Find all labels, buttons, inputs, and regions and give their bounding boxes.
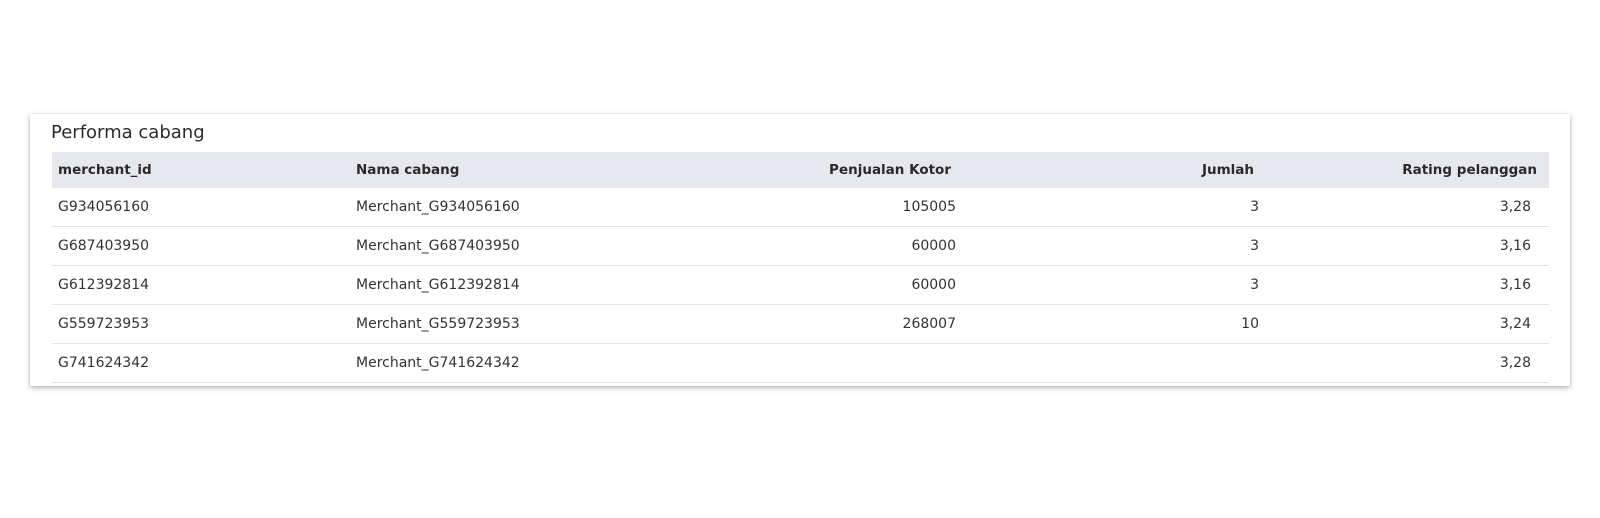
cell-quantity: 3 bbox=[956, 226, 1259, 266]
cell-quantity: 3 bbox=[956, 265, 1259, 305]
cell-branch-name: Merchant_G687403950 bbox=[356, 226, 656, 266]
cell-merchant-id: G934056160 bbox=[52, 188, 356, 227]
cell-merchant-id: G612392814 bbox=[52, 265, 356, 305]
cell-customer-rating: 3,24 bbox=[1259, 304, 1549, 344]
column-header-quantity[interactable]: Jumlah bbox=[956, 152, 1259, 188]
cell-branch-name: Merchant_G741624342 bbox=[356, 343, 656, 383]
column-header-merchant-id[interactable]: merchant_id bbox=[52, 152, 356, 188]
card-title: Performa cabang bbox=[51, 122, 205, 143]
cell-quantity: 10 bbox=[956, 304, 1259, 344]
branch-performance-card: Performa cabang merchant_id Nama cabang … bbox=[30, 114, 1570, 386]
cell-gross-sales bbox=[656, 343, 956, 383]
cell-merchant-id: G741624342 bbox=[52, 343, 356, 383]
cell-merchant-id: G687403950 bbox=[52, 226, 356, 266]
table-row[interactable]: G559723953 Merchant_G559723953 268007 10… bbox=[52, 304, 1549, 344]
cell-quantity: 3 bbox=[956, 188, 1259, 227]
column-header-gross-sales[interactable]: Penjualan Kotor bbox=[656, 152, 956, 188]
branch-performance-table: merchant_id Nama cabang Penjualan Kotor … bbox=[52, 152, 1549, 383]
cell-quantity bbox=[956, 343, 1259, 383]
cell-gross-sales: 60000 bbox=[656, 226, 956, 266]
cell-customer-rating: 3,16 bbox=[1259, 265, 1549, 305]
table-row[interactable]: G612392814 Merchant_G612392814 60000 3 3… bbox=[52, 265, 1549, 305]
table-row[interactable]: G741624342 Merchant_G741624342 3,28 bbox=[52, 343, 1549, 383]
table-row[interactable]: G934056160 Merchant_G934056160 105005 3 … bbox=[52, 188, 1549, 227]
cell-branch-name: Merchant_G934056160 bbox=[356, 188, 656, 227]
cell-branch-name: Merchant_G612392814 bbox=[356, 265, 656, 305]
table-row[interactable]: G687403950 Merchant_G687403950 60000 3 3… bbox=[52, 226, 1549, 266]
cell-gross-sales: 105005 bbox=[656, 188, 956, 227]
column-header-customer-rating[interactable]: Rating pelanggan bbox=[1259, 152, 1549, 188]
column-header-gross-sales-label: Penjualan Kotor bbox=[829, 162, 951, 178]
table-header-row: merchant_id Nama cabang Penjualan Kotor … bbox=[52, 152, 1549, 188]
cell-branch-name: Merchant_G559723953 bbox=[356, 304, 656, 344]
cell-customer-rating: 3,28 bbox=[1259, 343, 1549, 383]
column-header-branch-name[interactable]: Nama cabang bbox=[356, 152, 656, 188]
cell-gross-sales: 60000 bbox=[656, 265, 956, 305]
cell-customer-rating: 3,28 bbox=[1259, 188, 1549, 227]
cell-gross-sales: 268007 bbox=[656, 304, 956, 344]
cell-customer-rating: 3,16 bbox=[1259, 226, 1549, 266]
cell-merchant-id: G559723953 bbox=[52, 304, 356, 344]
